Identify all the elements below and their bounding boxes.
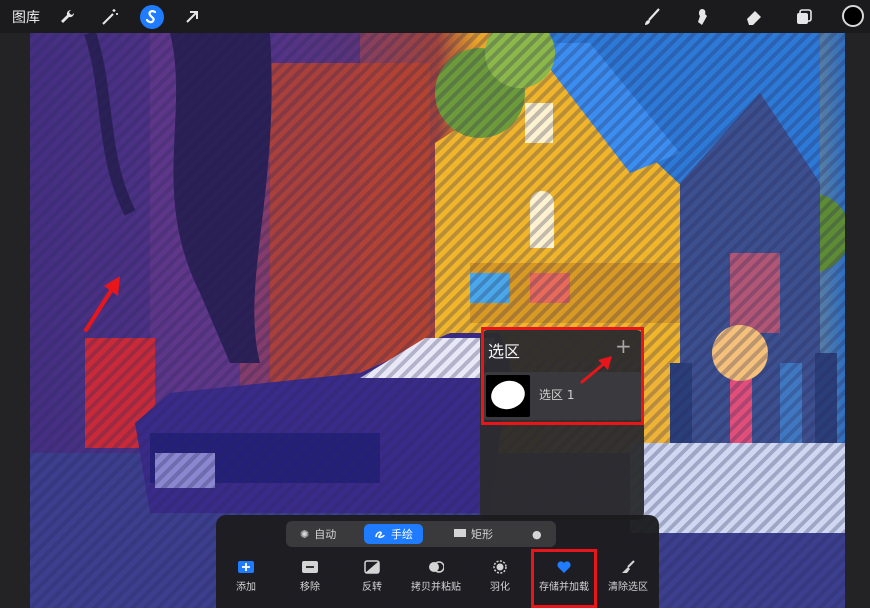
add-button[interactable]: 添加: [216, 559, 276, 593]
invert-icon: [364, 560, 380, 574]
eraser-icon[interactable]: [742, 5, 766, 29]
selection-mode-segment: ✺ 自动 手绘 矩形 ●: [286, 521, 556, 547]
copy-paste-button[interactable]: 拷贝并粘贴: [406, 559, 466, 593]
mode-rectangle[interactable]: 矩形: [454, 524, 493, 544]
transform-arrow-icon[interactable]: [180, 5, 204, 29]
selection-tool-icon[interactable]: [140, 5, 164, 29]
brush-clear-icon: [622, 560, 635, 573]
highlight-box-save-load: [531, 549, 597, 608]
mode-freehand[interactable]: 手绘: [364, 524, 423, 544]
magic-wand-icon[interactable]: [98, 5, 122, 29]
add-icon: [238, 561, 254, 573]
gallery-button[interactable]: 图库: [12, 7, 40, 27]
color-picker-button[interactable]: [842, 5, 864, 27]
wrench-icon[interactable]: [56, 5, 80, 29]
gear-icon: ✺: [300, 527, 310, 541]
remove-icon: [302, 561, 318, 573]
workspace-left: [0, 33, 30, 608]
feather-icon: [493, 560, 507, 574]
smudge-icon[interactable]: [690, 5, 714, 29]
annotation-arrow-panel: [580, 356, 612, 384]
freehand-icon: [374, 527, 386, 542]
invert-button[interactable]: 反转: [342, 559, 402, 593]
rectangle-icon: [454, 528, 466, 541]
workspace-right: [845, 33, 870, 608]
clear-selection-button[interactable]: 清除选区: [598, 559, 658, 593]
mode-ellipse[interactable]: ●: [532, 524, 547, 544]
mode-automatic[interactable]: ✺ 自动: [300, 524, 336, 544]
brush-icon[interactable]: [640, 5, 664, 29]
layers-icon[interactable]: [792, 5, 816, 29]
copy-paste-icon: [429, 561, 444, 573]
feather-button[interactable]: 羽化: [470, 559, 530, 593]
remove-button[interactable]: 移除: [280, 559, 340, 593]
annotation-arrow-left: [84, 276, 120, 332]
ellipse-icon: ●: [532, 527, 542, 541]
top-toolbar: 图库: [0, 0, 870, 33]
highlight-box-selections: [481, 327, 644, 425]
